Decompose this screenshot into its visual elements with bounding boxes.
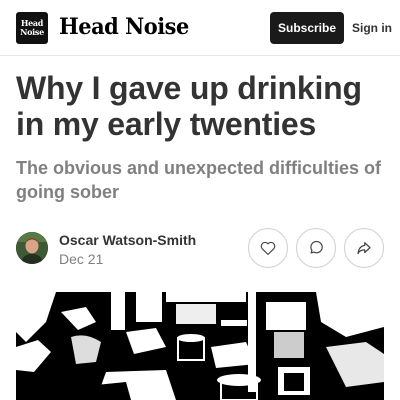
hero-photo bbox=[16, 292, 384, 400]
comment-button[interactable] bbox=[296, 228, 336, 268]
author-name[interactable]: Oscar Watson-Smith bbox=[59, 232, 196, 248]
share-icon bbox=[357, 242, 371, 255]
share-button[interactable] bbox=[344, 228, 384, 268]
like-button[interactable] bbox=[248, 228, 288, 268]
heart-icon bbox=[260, 241, 276, 255]
avatar-photo bbox=[16, 232, 48, 264]
publication-logo-badge[interactable]: Head Noise bbox=[16, 12, 48, 44]
author-avatar[interactable] bbox=[16, 232, 48, 264]
post-title: Why I gave up drinking in my early twent… bbox=[16, 70, 362, 142]
publication-name[interactable]: Head Noise bbox=[59, 13, 189, 41]
subscribe-button[interactable]: Subscribe bbox=[270, 12, 344, 44]
post-subtitle: The obvious and unexpected difficulties … bbox=[16, 158, 382, 202]
top-navigation-bar: Head Noise Head Noise Subscribe Sign in bbox=[0, 0, 400, 56]
comment-icon bbox=[310, 240, 323, 254]
sign-in-link[interactable]: Sign in bbox=[352, 12, 392, 44]
logo-badge-text: Head Noise bbox=[20, 18, 44, 37]
post-date: Dec 21 bbox=[59, 251, 104, 267]
post-hero-image bbox=[16, 292, 384, 400]
